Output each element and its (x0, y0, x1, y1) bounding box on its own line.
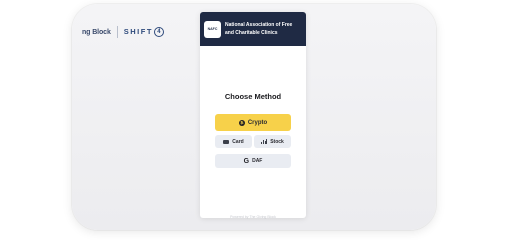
organization-logo: NAFC (204, 20, 221, 38)
shift4-logo: SHIFT 4 (124, 27, 164, 37)
daf-provider-icon: G (243, 157, 250, 165)
powered-by-footer: Powered by The Giving Block (230, 215, 276, 219)
credit-card-icon (223, 139, 230, 144)
crypto-coin-icon: ₿ (238, 119, 245, 126)
choose-method-title: Choose Method (224, 92, 282, 101)
widget-header: NAFC National Association of Free and Ch… (200, 12, 306, 46)
logo-divider (116, 26, 118, 38)
donation-widget: NAFC National Association of Free and Ch… (200, 12, 306, 218)
card-button-label: Card (232, 138, 244, 145)
device-frame: ng Block SHIFT 4 NAFC National Associatio… (72, 4, 436, 230)
shift4-mark: 4 (153, 27, 164, 37)
shift4-wordmark: SHIFT (123, 26, 153, 36)
stock-button-label: Stock (270, 138, 284, 145)
organization-name: National Association of Free and Charita… (225, 21, 292, 37)
organization-name-line1: National Association of Free (225, 22, 293, 28)
stock-button[interactable]: Stock (254, 135, 291, 148)
daf-button-label: DAF (252, 158, 263, 164)
giving-block-logo: ng Block (82, 28, 111, 36)
stock-chart-icon (261, 139, 268, 144)
card-button[interactable]: Card (215, 135, 252, 148)
sponsor-logos: ng Block SHIFT 4 (82, 25, 164, 39)
crypto-button-label: Crypto (247, 119, 268, 126)
organization-name-line2: and Charitable Clinics (225, 30, 278, 36)
crypto-button[interactable]: ₿ Crypto (215, 114, 291, 131)
daf-button[interactable]: G DAF (215, 154, 291, 168)
